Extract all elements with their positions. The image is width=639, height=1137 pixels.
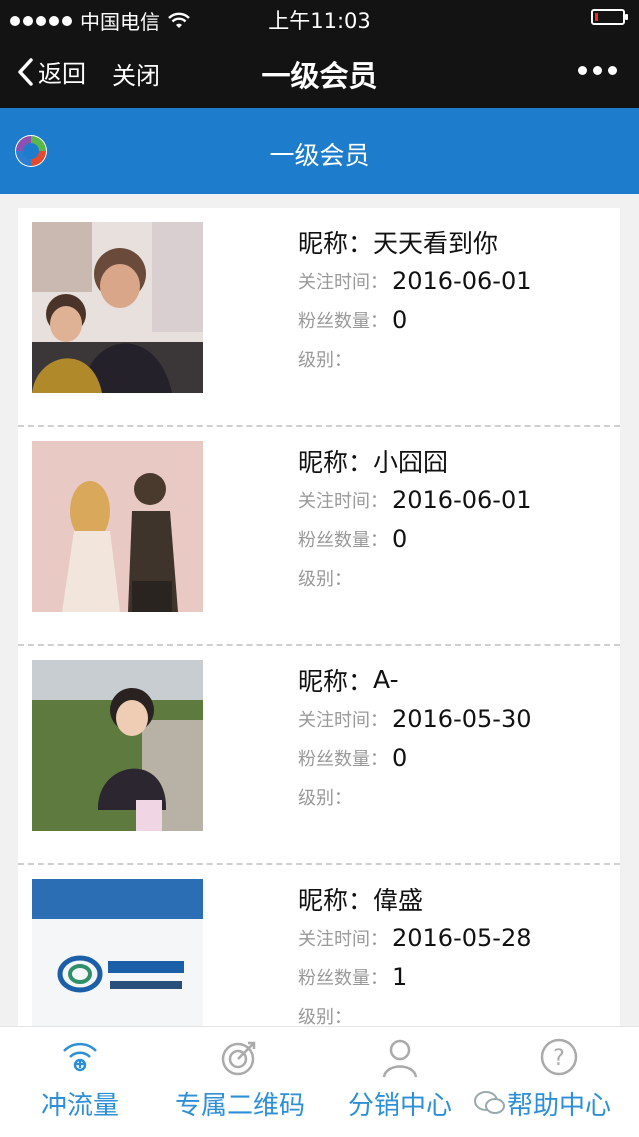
tab-bar: 冲流量 专属二维码 分销中心 ? 帮助中心 — [0, 1026, 639, 1137]
fans-value: 0 — [392, 305, 408, 334]
member-card[interactable]: 昵称： A- 关注时间： 2016-05-30 粉丝数量： 0 级别： — [18, 646, 620, 865]
level-row: 级别： — [298, 339, 531, 378]
member-info: 昵称： 天天看到你 关注时间： 2016-06-01 粉丝数量： 0 级别： — [298, 222, 531, 378]
target-icon — [221, 1041, 256, 1076]
follow-time-label: 关注时间： — [298, 271, 388, 293]
nav-bar: 返回 关闭 一级会员 — [0, 36, 639, 108]
battery-level — [595, 13, 598, 21]
nick-value: A- — [373, 665, 399, 694]
member-avatar — [32, 222, 203, 393]
tab-qrcode[interactable]: 专属二维码 — [160, 1027, 320, 1137]
nick-label: 昵称： — [298, 447, 374, 477]
couple-illustration — [32, 441, 203, 612]
nick-value: 偉盛 — [373, 885, 424, 915]
status-time: 上午11:03 — [268, 9, 371, 33]
fans-label: 粉丝数量： — [298, 529, 388, 551]
tab-label: 专属二维码 — [174, 1091, 305, 1121]
member-card[interactable]: 昵称： 小囧囧 关注时间： 2016-06-01 粉丝数量： 0 级别： — [18, 427, 620, 646]
watermark: 大数据猎 — [4, 1118, 57, 1133]
status-bar: 中国电信 上午11:03 — [0, 0, 639, 36]
wechat-logo-icon — [474, 1091, 505, 1114]
follow-time-row: 关注时间： 2016-05-30 — [298, 699, 531, 738]
two-boys-photo — [32, 222, 203, 393]
nick-label: 昵称： — [298, 885, 374, 915]
fans-row: 粉丝数量： 0 — [298, 738, 531, 777]
follow-time-label: 关注时间： — [298, 928, 388, 950]
nick-value: 小囧囧 — [373, 447, 449, 477]
member-info: 昵称： 小囧囧 关注时间： 2016-06-01 粉丝数量： 0 级别： — [298, 441, 531, 597]
nick-value: 天天看到你 — [373, 228, 499, 258]
fans-label: 粉丝数量： — [298, 748, 388, 770]
level-label: 级别： — [298, 1006, 352, 1028]
more-dots-icon[interactable] — [578, 66, 617, 75]
follow-time-value: 2016-05-28 — [392, 923, 532, 952]
follow-time-label: 关注时间： — [298, 709, 388, 731]
nick-row: 昵称： 小囧囧 — [298, 441, 531, 480]
follow-time-value: 2016-05-30 — [392, 704, 532, 733]
nick-label: 昵称： — [298, 666, 374, 696]
china-mobile-sign-photo — [32, 879, 203, 1050]
toddler-photo — [32, 660, 203, 831]
fans-value: 1 — [392, 962, 408, 991]
follow-time-row: 关注时间： 2016-05-28 — [298, 918, 531, 957]
member-info: 昵称： A- 关注时间： 2016-05-30 粉丝数量： 0 级别： — [298, 660, 531, 816]
user-icon — [382, 1039, 418, 1078]
fans-value: 0 — [392, 524, 408, 553]
member-card[interactable]: 昵称： 天天看到你 关注时间： 2016-06-01 粉丝数量： 0 级别： — [18, 208, 620, 427]
svg-text:?: ? — [553, 1046, 565, 1071]
fans-row: 粉丝数量： 0 — [298, 519, 531, 558]
nick-row: 昵称： A- — [298, 660, 531, 699]
level-row: 级别： — [298, 558, 531, 597]
fans-row: 粉丝数量： 0 — [298, 300, 531, 339]
data-recharge-icon — [63, 1042, 97, 1072]
follow-time-row: 关注时间： 2016-06-01 — [298, 261, 531, 300]
battery-icon — [591, 9, 628, 25]
level-row: 级别： — [298, 777, 531, 816]
follow-time-value: 2016-06-01 — [392, 266, 532, 295]
nav-title: 一级会员 — [261, 59, 378, 93]
level-label: 级别： — [298, 787, 352, 809]
tab-label: 分销中心 — [347, 1091, 452, 1121]
nick-row: 昵称： 偉盛 — [298, 879, 531, 918]
tab-help[interactable]: ? 帮助中心 — [479, 1027, 639, 1137]
member-info: 昵称： 偉盛 关注时间： 2016-05-28 粉丝数量： 1 级别： — [298, 879, 531, 1035]
member-avatar — [32, 660, 203, 831]
help-icon: ? — [540, 1038, 578, 1076]
fans-label: 粉丝数量： — [298, 967, 388, 989]
level-label: 级别： — [298, 349, 352, 371]
member-avatar — [32, 441, 203, 612]
level-label: 级别： — [298, 568, 352, 590]
page-title: 一级会员 — [269, 141, 370, 170]
nick-row: 昵称： 天天看到你 — [298, 222, 531, 261]
nick-label: 昵称： — [298, 228, 374, 258]
member-list: 昵称： 天天看到你 关注时间： 2016-06-01 粉丝数量： 0 级别： 昵称：小… — [18, 208, 620, 1084]
page-header: 一级会员 — [0, 108, 639, 194]
fans-label: 粉丝数量： — [298, 310, 388, 332]
follow-time-value: 2016-06-01 — [392, 485, 532, 514]
fans-row: 粉丝数量： 1 — [298, 957, 531, 996]
tab-distribution[interactable]: 分销中心 — [320, 1027, 480, 1137]
follow-time-row: 关注时间： 2016-06-01 — [298, 480, 531, 519]
fans-value: 0 — [392, 743, 408, 772]
member-avatar — [32, 879, 203, 1050]
follow-time-label: 关注时间： — [298, 490, 388, 512]
